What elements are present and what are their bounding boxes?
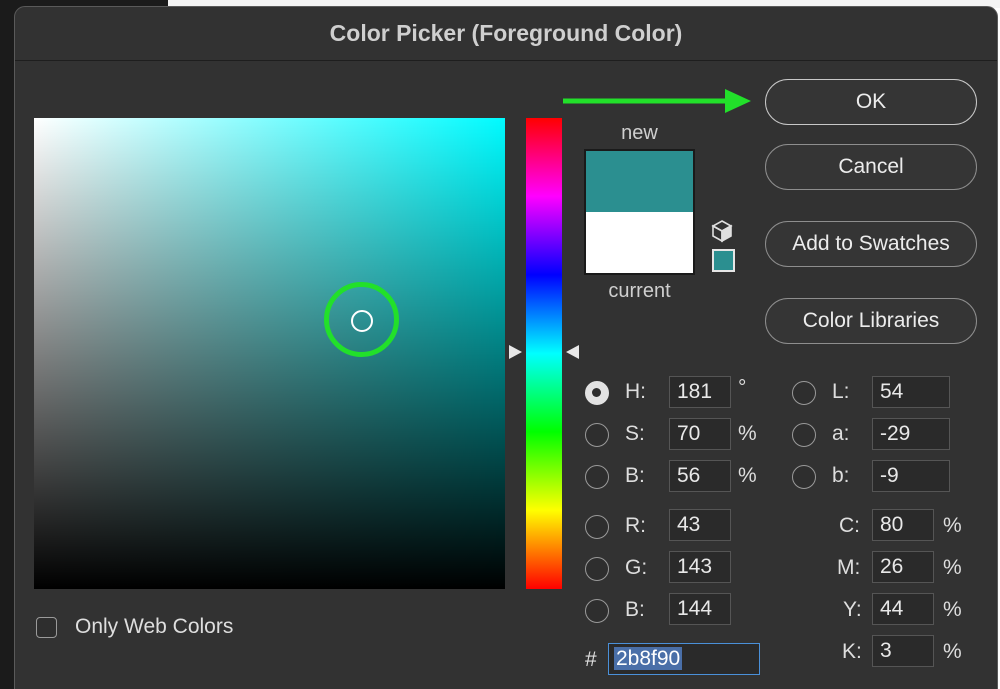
current-color-label: current xyxy=(608,280,671,302)
magenta-label: M: xyxy=(837,556,861,579)
saturation-label: S: xyxy=(625,422,645,445)
black-unit: % xyxy=(943,640,962,663)
red-input[interactable]: 43 xyxy=(669,509,731,541)
dialog-title: Color Picker (Foreground Color) xyxy=(15,7,997,61)
green-radio[interactable] xyxy=(585,557,609,581)
lab-a-label: a: xyxy=(832,422,850,445)
saturation-unit: % xyxy=(738,422,757,445)
saturation-input[interactable]: 70 xyxy=(669,418,731,450)
brightness-label: B: xyxy=(625,464,645,487)
cyan-unit: % xyxy=(943,514,962,537)
only-web-colors-checkbox[interactable] xyxy=(36,617,57,638)
color-libraries-button[interactable]: Color Libraries xyxy=(765,298,977,344)
black-input[interactable]: 3 xyxy=(872,635,934,667)
lab-b-label: b: xyxy=(832,464,850,487)
hue-slider[interactable] xyxy=(526,118,562,589)
yellow-input[interactable]: 44 xyxy=(872,593,934,625)
color-comparison-swatch xyxy=(584,149,695,275)
blue-label: B: xyxy=(625,598,645,621)
yellow-label: Y: xyxy=(843,598,862,621)
red-radio[interactable] xyxy=(585,515,609,539)
brightness-unit: % xyxy=(738,464,757,487)
cyan-label: C: xyxy=(839,514,860,537)
hex-input[interactable]: 2b8f90 xyxy=(608,643,760,675)
lab-a-radio[interactable] xyxy=(792,423,816,447)
out-of-gamut-cube-icon[interactable] xyxy=(711,219,733,243)
color-field-cursor[interactable] xyxy=(351,310,373,332)
blue-input[interactable]: 144 xyxy=(669,593,731,625)
hue-slider-handle-left[interactable] xyxy=(509,345,522,359)
cyan-input[interactable]: 80 xyxy=(872,509,934,541)
brightness-radio[interactable] xyxy=(585,465,609,489)
red-label: R: xyxy=(625,514,646,537)
brightness-input[interactable]: 56 xyxy=(669,460,731,492)
lab-b-radio[interactable] xyxy=(792,465,816,489)
ok-button[interactable]: OK xyxy=(765,79,977,125)
new-color-swatch xyxy=(586,151,693,212)
hex-value-selection: 2b8f90 xyxy=(614,647,683,670)
lab-b-input[interactable]: -9 xyxy=(872,460,950,492)
blue-radio[interactable] xyxy=(585,599,609,623)
hue-label: H: xyxy=(625,380,646,403)
yellow-unit: % xyxy=(943,598,962,621)
green-input[interactable]: 143 xyxy=(669,551,731,583)
saturation-radio[interactable] xyxy=(585,423,609,447)
color-picker-dialog: Color Picker (Foreground Color) new curr… xyxy=(14,6,998,689)
current-color-swatch[interactable] xyxy=(586,212,693,273)
lab-l-label: L: xyxy=(832,380,850,403)
add-to-swatches-button[interactable]: Add to Swatches xyxy=(765,221,977,267)
hue-unit: ° xyxy=(738,376,747,399)
web-safe-color-swatch[interactable] xyxy=(712,249,735,272)
hue-input[interactable]: 181 xyxy=(669,376,731,408)
magenta-unit: % xyxy=(943,556,962,579)
lab-a-input[interactable]: -29 xyxy=(872,418,950,450)
hue-radio[interactable] xyxy=(585,381,609,405)
color-field[interactable] xyxy=(34,118,505,589)
new-color-label: new xyxy=(621,122,658,144)
lab-l-radio[interactable] xyxy=(792,381,816,405)
black-label: K: xyxy=(842,640,862,663)
hex-label: # xyxy=(585,648,597,671)
annotation-arrow-icon xyxy=(563,89,751,113)
cancel-button[interactable]: Cancel xyxy=(765,144,977,190)
lab-l-input[interactable]: 54 xyxy=(872,376,950,408)
hue-slider-handle-right[interactable] xyxy=(566,345,579,359)
only-web-colors-label[interactable]: Only Web Colors xyxy=(75,615,233,639)
magenta-input[interactable]: 26 xyxy=(872,551,934,583)
green-label: G: xyxy=(625,556,648,579)
